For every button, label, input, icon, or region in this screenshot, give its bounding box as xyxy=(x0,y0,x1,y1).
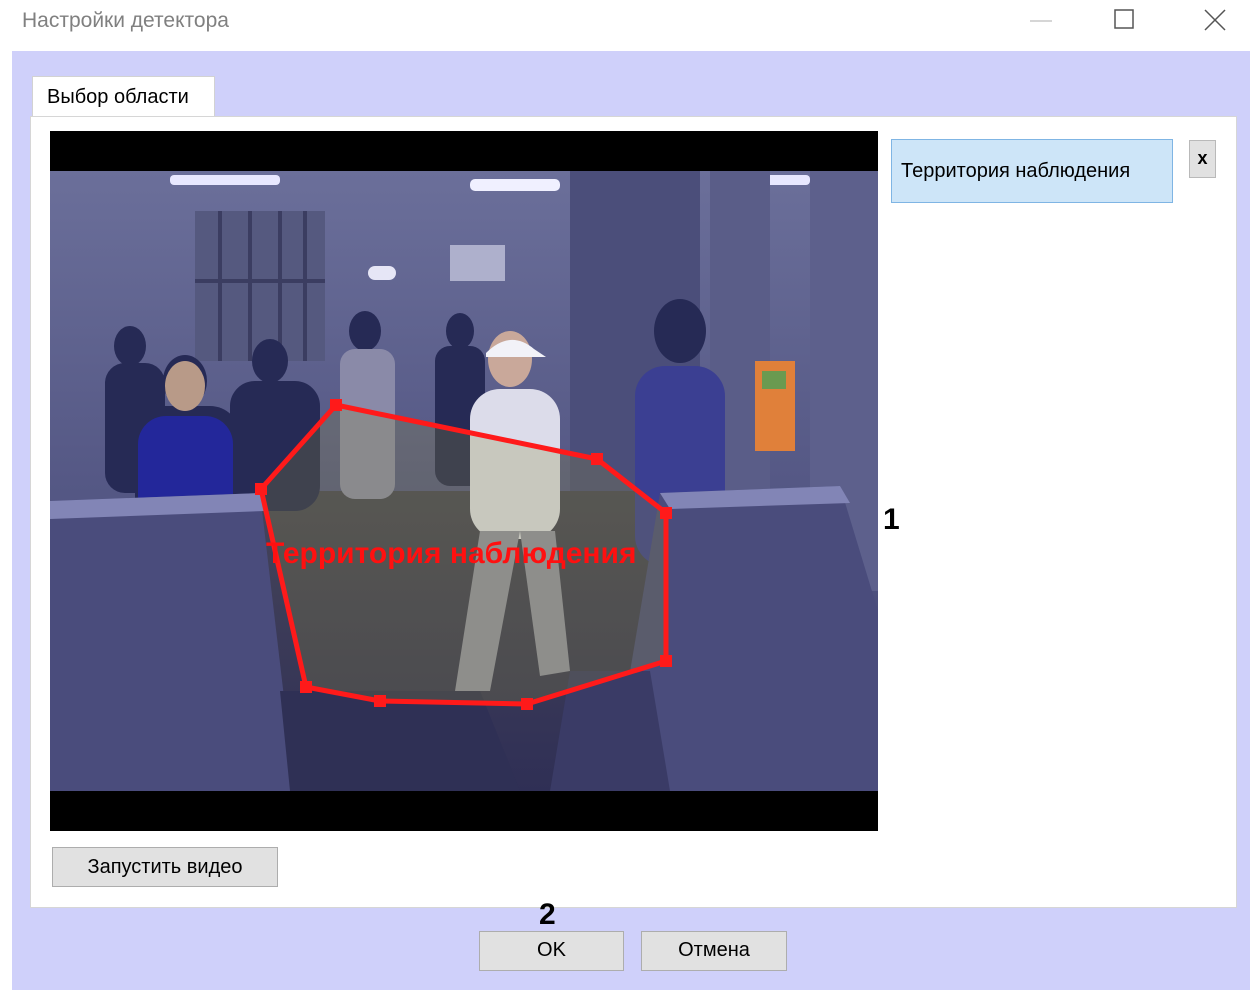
video-preview[interactable]: Территория наблюдения xyxy=(50,131,878,831)
remove-zone-button[interactable]: x xyxy=(1189,140,1216,178)
zone-vertex-handle[interactable] xyxy=(591,453,603,465)
callout-marker-2: 2 xyxy=(539,898,556,931)
window-title: Настройки детектора xyxy=(22,9,229,32)
zone-list-item[interactable]: Территория наблюдения xyxy=(891,139,1173,203)
zone-vertex-handle[interactable] xyxy=(521,698,533,710)
title-bar: Настройки детектора xyxy=(0,0,1250,50)
zone-list-item-label: Территория наблюдения xyxy=(901,160,1131,182)
zone-vertex-handle[interactable] xyxy=(255,483,267,495)
maximize-icon xyxy=(1114,9,1134,29)
zone-vertex-handle[interactable] xyxy=(300,681,312,693)
maximize-button[interactable] xyxy=(1095,0,1155,42)
close-icon xyxy=(1204,9,1226,31)
ok-button[interactable]: OK xyxy=(479,931,624,971)
zone-label: Территория наблюдения xyxy=(266,537,637,570)
tab-area-selection[interactable]: Выбор области xyxy=(32,76,215,117)
tab-label: Выбор области xyxy=(47,86,189,108)
callout-marker-1: 1 xyxy=(883,503,900,536)
minimize-button[interactable] xyxy=(1006,0,1066,42)
zone-vertex-handle[interactable] xyxy=(660,655,672,667)
zone-vertex-handle[interactable] xyxy=(330,399,342,411)
close-button[interactable] xyxy=(1185,0,1245,42)
zone-vertex-handle[interactable] xyxy=(660,507,672,519)
minimize-icon xyxy=(1030,20,1052,22)
zone-vertex-handle[interactable] xyxy=(374,695,386,707)
zone-polygon[interactable]: Территория наблюдения xyxy=(50,131,878,831)
start-video-button[interactable]: Запустить видео xyxy=(52,847,278,887)
cancel-button[interactable]: Отмена xyxy=(641,931,787,971)
